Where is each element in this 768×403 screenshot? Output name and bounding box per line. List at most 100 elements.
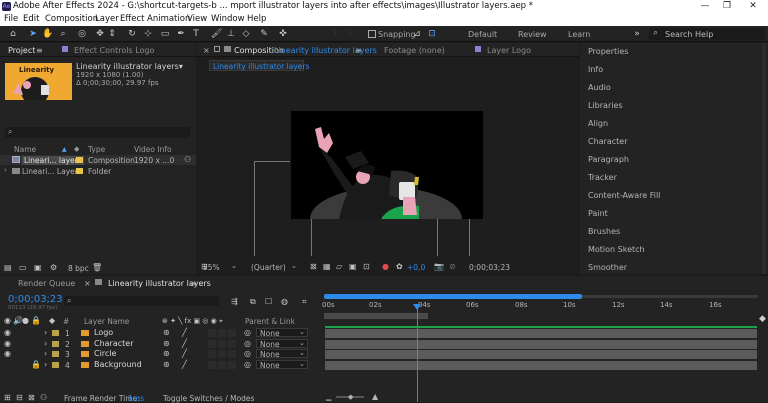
layer-row[interactable]: ◉ › 1 Logo ⊛ ╱ ◎ None ⌄ [0,328,320,338]
shy-layers-icon[interactable]: ☐ [265,298,272,306]
draft-3d-icon[interactable]: ⧉ [250,298,256,306]
quality-switch-icon[interactable]: ╱ [182,350,187,358]
clone-stamp-icon[interactable]: ⊥ [226,29,236,39]
panel-tracker[interactable]: Tracker [588,173,617,182]
column-type[interactable]: Type [88,145,105,154]
project-menu-icon[interactable]: ≡ [36,46,43,55]
collapse-transform-icon[interactable]: ⊛ [163,350,170,358]
panel-motion-sketch[interactable]: Motion Sketch [588,245,645,254]
comp-breadcrumb[interactable]: Linearity illustrator layers [209,60,309,71]
switch-box[interactable] [228,350,236,358]
pickwhip-icon[interactable]: ◎ [244,360,251,369]
workspace-learn[interactable]: Learn [568,30,590,39]
trash-icon[interactable]: 🗑 [92,264,102,272]
tab-footage[interactable]: Footage (none) [384,46,445,55]
layer-name[interactable]: Background [94,360,142,369]
panel-info[interactable]: Info [588,65,603,74]
switch-box[interactable] [208,339,216,348]
project-search-input[interactable]: ⌕ [5,127,190,138]
quality-switch-icon[interactable]: ╱ [182,339,187,348]
align-icon[interactable]: ⫶ [330,29,340,39]
menu-effect[interactable]: Effect [120,14,144,24]
transparency-grid-icon[interactable]: ▦ [323,263,331,271]
quality-switch-icon[interactable]: ╱ [182,360,187,369]
orbit-tool-icon[interactable]: ◎ [77,29,87,39]
zoom-tool-icon[interactable]: ⌕ [58,29,68,39]
eye-icon[interactable]: ◉ [4,339,11,348]
playhead-line[interactable] [417,304,418,402]
tab-effect-controls[interactable]: Effect Controls Logo [74,46,154,55]
pickwhip-icon[interactable]: ◎ [244,339,251,348]
composition-canvas[interactable] [291,111,483,219]
layer-row[interactable]: 🔒 › 4 Background ⊛ ╱ ◎ None ⌄ [0,359,320,370]
menu-help[interactable]: Help [247,14,266,24]
layer-track-bar[interactable] [325,350,757,359]
switch-box[interactable] [208,350,216,358]
search-help-field[interactable]: ⌕ Search Help [649,28,765,40]
layer-label-swatch[interactable] [52,340,59,347]
viewer-timecode[interactable]: 0;00;03;23 [469,263,510,272]
menu-view[interactable]: View [187,14,207,24]
column-name[interactable]: Name [14,145,36,154]
workspace-default[interactable]: Default [468,30,497,39]
panel-audio[interactable]: Audio [588,83,611,92]
type-tool-icon[interactable]: T [191,29,201,39]
video-toggle-icon[interactable]: ◉ [4,317,11,325]
exposure-value[interactable]: +0,0 [407,263,425,272]
panel-content-aware-fill[interactable]: Content-Aware Fill [588,191,660,200]
snapping-checkbox[interactable] [368,30,376,38]
panel-smoother[interactable]: Smoother [588,263,627,272]
tab-project[interactable]: Project [8,46,35,55]
lock-toggle-icon[interactable]: 🔒 [31,317,41,325]
render-time-icon[interactable]: ⚇ [40,394,47,402]
pan-tool-icon[interactable]: ✥ [95,29,105,39]
workspace-more-icon[interactable]: » [632,29,642,39]
flowchart-icon[interactable]: ⚇ [184,155,191,164]
work-area-bar[interactable] [324,294,582,299]
eye-icon[interactable]: ◉ [4,329,11,337]
new-composition-icon[interactable]: ▣ [34,264,42,272]
adjust-settings-icon[interactable]: ⚙ [50,264,57,272]
current-time[interactable]: 0;00;03;23 [8,294,63,305]
collapse-transform-icon[interactable]: ⊛ [163,339,170,348]
menu-window[interactable]: Window [211,14,245,24]
puppet-tool-icon[interactable]: ✜ [278,29,288,39]
modes-icon[interactable]: ⊟ [16,394,23,402]
zoom-slider-handle[interactable]: ◆ [348,393,353,401]
switch-box[interactable] [218,360,226,369]
in-out-icon[interactable]: ⊠ [28,394,35,402]
menu-composition[interactable]: Composition [45,14,98,24]
close-icon[interactable]: ✕ [742,0,764,13]
zoom-in-icon[interactable]: ▲ [372,392,378,401]
switch-box[interactable] [218,339,226,348]
parent-dropdown-icon[interactable]: ⌄ [299,349,305,357]
layer-name[interactable]: Logo [94,328,113,337]
layer-switches-icon[interactable]: ⊞ [4,394,11,402]
solo-toggle-icon[interactable]: ● [22,317,29,325]
anchor-tool-icon[interactable]: ⊹ [143,29,153,39]
fast-preview-icon[interactable]: ⊠ [310,263,317,271]
snap-grid-icon[interactable]: ⊡ [427,29,437,39]
collapse-transform-icon[interactable]: ⊛ [163,360,170,369]
panel-align[interactable]: Align [588,119,608,128]
graph-editor-icon[interactable]: ⌗ [302,298,307,306]
expand-arrow-icon[interactable]: › [44,350,47,358]
panel-paint[interactable]: Paint [588,209,608,218]
composition-mini-flowchart-icon[interactable]: ⇶ [231,298,238,306]
selection-tool-icon[interactable]: ➤ [28,29,38,39]
layer-track-bar[interactable] [325,339,757,349]
snap-option-icon[interactable]: ⊿ [412,29,422,39]
layer-track-bar[interactable] [325,360,757,370]
close-tab-icon[interactable]: × [203,46,210,55]
parent-dropdown-icon[interactable]: ⌄ [299,360,305,368]
parent-dropdown-icon[interactable]: ⌄ [299,328,305,336]
home-icon[interactable]: ⌂ [8,29,18,39]
brush-tool-icon[interactable]: 🖌 [211,29,222,39]
switch-box[interactable] [218,350,226,358]
switch-box[interactable] [228,360,236,369]
project-row[interactable]: › Lineari... Layers Folder [0,166,196,176]
panel-paragraph[interactable]: Paragraph [588,155,629,164]
time-ruler[interactable] [320,300,760,312]
workspace-review[interactable]: Review [518,30,547,39]
layer-name[interactable]: Character [94,339,134,348]
